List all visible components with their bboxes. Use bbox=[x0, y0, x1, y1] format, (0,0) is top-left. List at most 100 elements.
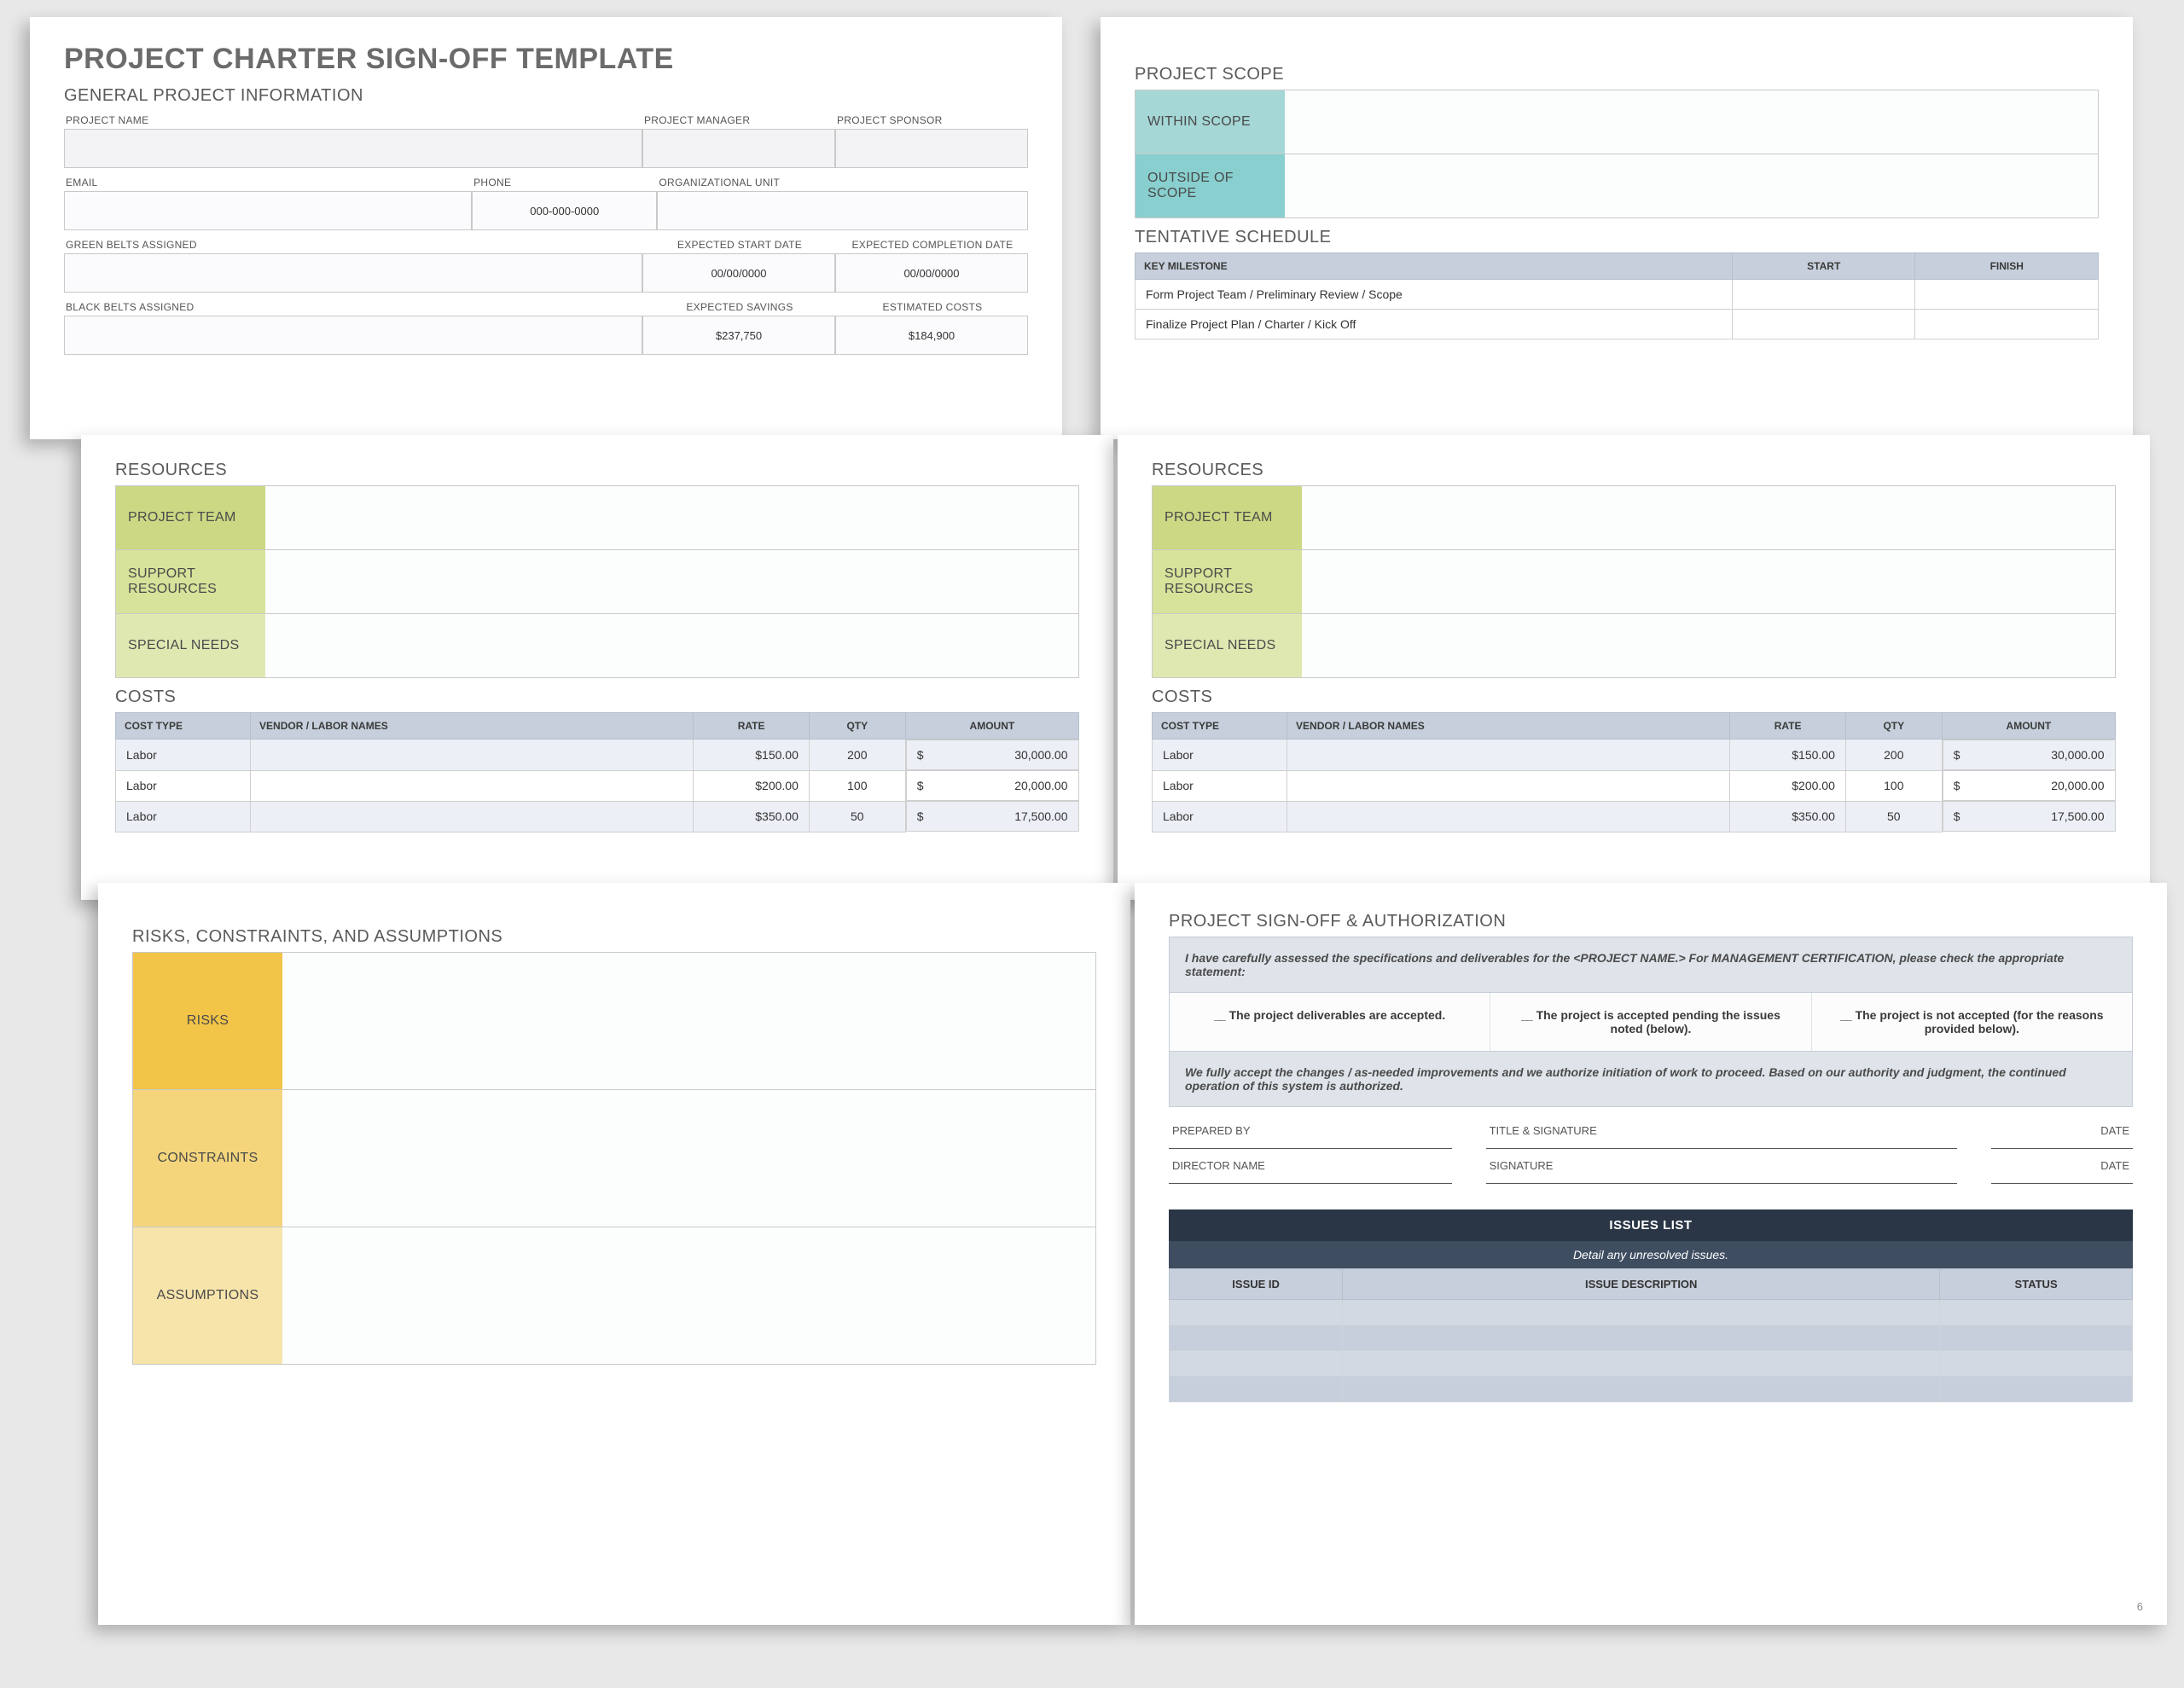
section-general: GENERAL PROJECT INFORMATION bbox=[64, 86, 1028, 106]
lbl-date1: DATE bbox=[1991, 1114, 2133, 1139]
cost-vendor[interactable] bbox=[251, 801, 694, 832]
opt-accepted[interactable]: The project deliverables are accepted. bbox=[1170, 993, 1490, 1051]
cell-exp-savings[interactable]: $237,750 bbox=[642, 316, 835, 355]
issue-cell[interactable] bbox=[1170, 1351, 1343, 1377]
issues-th-desc: ISSUE DESCRIPTION bbox=[1343, 1269, 1940, 1300]
line-date2[interactable] bbox=[1991, 1174, 2133, 1184]
cost-amount: $17,500.00 bbox=[906, 801, 1079, 832]
sched-finish[interactable] bbox=[1915, 310, 2099, 339]
issue-cell[interactable] bbox=[1343, 1377, 1940, 1402]
cost-type: Labor bbox=[116, 740, 251, 771]
cost-vendor[interactable] bbox=[251, 770, 694, 801]
issue-cell[interactable] bbox=[1170, 1325, 1343, 1351]
res-row-team: PROJECT TEAM bbox=[115, 485, 1079, 550]
cost-amount: $30,000.00 bbox=[906, 740, 1079, 770]
lbl-project-sponsor: PROJECT SPONSOR bbox=[835, 111, 1028, 129]
issue-cell[interactable] bbox=[1343, 1300, 1940, 1325]
res-val-team[interactable] bbox=[265, 486, 1078, 549]
cell-project-name[interactable] bbox=[64, 129, 642, 168]
page-number: 6 bbox=[2137, 1600, 2143, 1613]
lbl-exp-savings: EXPECTED SAVINGS bbox=[642, 298, 835, 316]
sched-row: Form Project Team / Preliminary Review /… bbox=[1136, 280, 2099, 310]
cost-qty: 200 bbox=[809, 740, 905, 771]
issue-cell[interactable] bbox=[1343, 1325, 1940, 1351]
res-val-team[interactable] bbox=[1302, 486, 2115, 549]
res-val-support[interactable] bbox=[1302, 550, 2115, 613]
sched-finish[interactable] bbox=[1915, 280, 2099, 310]
line-date1[interactable] bbox=[1991, 1139, 2133, 1149]
rca-row-assumptions: ASSUMPTIONS bbox=[132, 1227, 1096, 1365]
cell-est-costs[interactable]: $184,900 bbox=[835, 316, 1028, 355]
issues-sub: Detail any unresolved issues. bbox=[1169, 1241, 2133, 1268]
line-prepared-by[interactable] bbox=[1169, 1139, 1452, 1149]
res-key-special: SPECIAL NEEDS bbox=[116, 614, 265, 677]
cost-type: Labor bbox=[1153, 801, 1287, 832]
page-general-info: PROJECT CHARTER SIGN-OFF TEMPLATE GENERA… bbox=[30, 17, 1062, 439]
cost-th-amount: AMOUNT bbox=[905, 713, 1078, 740]
rca-val-risks[interactable] bbox=[282, 953, 1095, 1089]
cost-row: Labor$350.0050$17,500.00 bbox=[1153, 801, 2116, 832]
cost-qty: 100 bbox=[1845, 770, 1942, 801]
cost-type: Labor bbox=[1153, 770, 1287, 801]
opt-rejected[interactable]: The project is not accepted (for the rea… bbox=[1812, 993, 2132, 1051]
res-val-support[interactable] bbox=[265, 550, 1078, 613]
rca-row-constraints: CONSTRAINTS bbox=[132, 1089, 1096, 1227]
cost-vendor[interactable] bbox=[1287, 770, 1730, 801]
sched-th-finish: FINISH bbox=[1915, 253, 2099, 280]
cost-th-vendor: VENDOR / LABOR NAMES bbox=[251, 713, 694, 740]
cell-exp-complete[interactable]: 00/00/0000 bbox=[835, 253, 1028, 293]
res-val-special[interactable] bbox=[265, 614, 1078, 677]
line-director[interactable] bbox=[1169, 1174, 1452, 1184]
cost-vendor[interactable] bbox=[1287, 801, 1730, 832]
section-scope: PROJECT SCOPE bbox=[1135, 65, 2099, 84]
lbl-project-manager: PROJECT MANAGER bbox=[642, 111, 835, 129]
cost-vendor[interactable] bbox=[1287, 740, 1730, 771]
signoff-note2: We fully accept the changes / as-needed … bbox=[1169, 1052, 2133, 1107]
rca-val-constraints[interactable] bbox=[282, 1090, 1095, 1227]
issues-th-id: ISSUE ID bbox=[1170, 1269, 1343, 1300]
sched-start[interactable] bbox=[1732, 280, 1915, 310]
cell-exp-start[interactable]: 00/00/0000 bbox=[642, 253, 835, 293]
cell-black-belts[interactable] bbox=[64, 316, 642, 355]
rca-key-assumptions: ASSUMPTIONS bbox=[133, 1227, 282, 1364]
cell-org-unit[interactable] bbox=[657, 191, 1028, 230]
lbl-prepared-by: PREPARED BY bbox=[1169, 1114, 1452, 1139]
scope-val-within[interactable] bbox=[1285, 90, 2098, 154]
sched-start[interactable] bbox=[1732, 310, 1915, 339]
line-signature[interactable] bbox=[1486, 1174, 1958, 1184]
page-resources-right: RESOURCES PROJECT TEAM SUPPORT RESOURCES… bbox=[1118, 435, 2150, 900]
cell-project-sponsor[interactable] bbox=[835, 129, 1028, 168]
issue-cell[interactable] bbox=[1343, 1351, 1940, 1377]
cost-th-rate: RATE bbox=[1730, 713, 1845, 740]
cost-vendor[interactable] bbox=[251, 740, 694, 771]
cell-green-belts[interactable] bbox=[64, 253, 642, 293]
rca-val-assumptions[interactable] bbox=[282, 1227, 1095, 1364]
line-title-sig[interactable] bbox=[1486, 1139, 1958, 1149]
cost-amount: $20,000.00 bbox=[1943, 770, 2116, 801]
issue-cell[interactable] bbox=[1940, 1351, 2133, 1377]
cell-phone[interactable]: 000-000-0000 bbox=[472, 191, 657, 230]
lbl-signature: SIGNATURE bbox=[1486, 1149, 1958, 1174]
res-row-special: SPECIAL NEEDS bbox=[1152, 613, 2116, 678]
res-key-team: PROJECT TEAM bbox=[116, 486, 265, 549]
issue-cell[interactable] bbox=[1940, 1377, 2133, 1402]
res-row-support: SUPPORT RESOURCES bbox=[115, 549, 1079, 614]
cost-rate: $350.00 bbox=[1730, 801, 1845, 832]
cell-project-manager[interactable] bbox=[642, 129, 835, 168]
lbl-black-belts: BLACK BELTS ASSIGNED bbox=[64, 298, 642, 316]
section-costs: COSTS bbox=[115, 687, 1079, 707]
cost-rate: $200.00 bbox=[694, 770, 809, 801]
scope-val-outside[interactable] bbox=[1285, 154, 2098, 218]
sched-milestone: Form Project Team / Preliminary Review /… bbox=[1136, 280, 1733, 310]
cell-email[interactable] bbox=[64, 191, 472, 230]
lbl-project-name: PROJECT NAME bbox=[64, 111, 642, 129]
cost-row: Labor$150.00200$30,000.00 bbox=[1153, 740, 2116, 771]
issue-cell[interactable] bbox=[1940, 1325, 2133, 1351]
section-schedule: TENTATIVE SCHEDULE bbox=[1135, 228, 2099, 247]
issue-cell[interactable] bbox=[1170, 1300, 1343, 1325]
cost-amount: $30,000.00 bbox=[1943, 740, 2116, 770]
issue-cell[interactable] bbox=[1940, 1300, 2133, 1325]
issue-cell[interactable] bbox=[1170, 1377, 1343, 1402]
res-val-special[interactable] bbox=[1302, 614, 2115, 677]
opt-pending[interactable]: The project is accepted pending the issu… bbox=[1490, 993, 1811, 1051]
